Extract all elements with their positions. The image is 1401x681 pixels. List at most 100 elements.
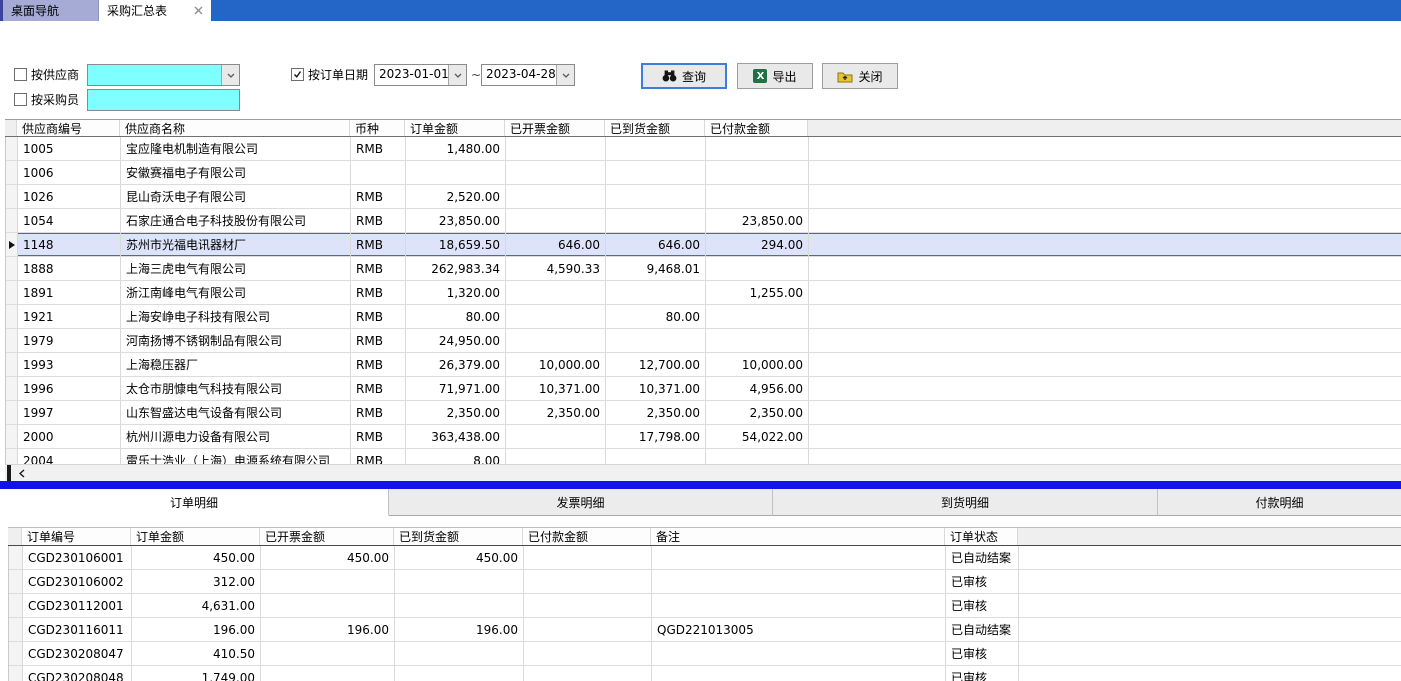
cell: 已审核 xyxy=(946,666,1019,681)
supplier-combo[interactable] xyxy=(87,64,240,86)
cell: 1888 xyxy=(18,257,121,280)
chevron-down-icon[interactable] xyxy=(448,65,466,85)
order-date-checkbox[interactable] xyxy=(291,68,304,81)
column-header[interactable]: 币种 xyxy=(350,120,405,136)
column-header[interactable]: 已到货金额 xyxy=(394,528,523,545)
cell: 312.00 xyxy=(132,570,261,593)
cell: 2004 xyxy=(18,449,121,464)
date-to-picker[interactable]: 2023-04-28 xyxy=(481,64,575,86)
table-row[interactable]: 1005宝应隆电机制造有限公司RMB1,480.00 xyxy=(6,137,1401,161)
column-header[interactable]: 备注 xyxy=(651,528,945,545)
chevron-down-icon[interactable] xyxy=(556,65,574,85)
tab-order-detail[interactable]: 订单明细 xyxy=(0,489,389,516)
tab-invoice-detail[interactable]: 发票明细 xyxy=(389,489,773,516)
table-row[interactable]: 1993上海稳压器厂RMB26,379.0010,000.0012,700.00… xyxy=(6,353,1401,377)
table-row[interactable]: CGD230106002312.00已审核 xyxy=(9,570,1401,594)
tab-payment-detail[interactable]: 付款明细 xyxy=(1158,489,1401,516)
scroll-left-icon[interactable] xyxy=(15,466,29,480)
table-row[interactable]: 1054石家庄通合电子科技股份有限公司RMB23,850.0023,850.00 xyxy=(6,209,1401,233)
row-marker-cell xyxy=(6,401,18,424)
column-header[interactable]: 订单金额 xyxy=(405,120,505,136)
date-from-value: 2023-01-01 xyxy=(375,65,448,85)
cell: 1979 xyxy=(18,329,121,352)
cell: CGD230116011 xyxy=(23,618,132,641)
app-window: 桌面导航 采购汇总表 按供应商 按采购员 按订单日期 2023-01-01 xyxy=(0,0,1401,681)
table-row[interactable]: CGD230106001450.00450.00450.00已自动结案 xyxy=(9,546,1401,570)
table-row[interactable]: CGD230208047410.50已审核 xyxy=(9,642,1401,666)
cell: CGD230112001 xyxy=(23,594,132,617)
table-row[interactable]: CGD2302080481,749.00已审核 xyxy=(9,666,1401,681)
table-row[interactable]: 1979河南扬博不锈钢制品有限公司RMB24,950.00 xyxy=(6,329,1401,353)
table-row[interactable]: 1888上海三虎电气有限公司RMB262,983.344,590.339,468… xyxy=(6,257,1401,281)
row-marker-cell xyxy=(9,666,23,681)
row-marker-cell xyxy=(6,329,18,352)
cell xyxy=(395,570,524,593)
table-row[interactable]: 2004雷乐士浩业（上海）电源系统有限公司RMB8.00 xyxy=(6,449,1401,464)
cell: 1993 xyxy=(18,353,121,376)
cell: 196.00 xyxy=(395,618,524,641)
cell xyxy=(506,161,606,184)
table-row[interactable]: 1026昆山奇沃电子有限公司RMB2,520.00 xyxy=(6,185,1401,209)
cell: 450.00 xyxy=(395,546,524,569)
table-row[interactable]: 1996太仓市朋慷电气科技有限公司RMB71,971.0010,371.0010… xyxy=(6,377,1401,401)
column-header[interactable]: 已付款金额 xyxy=(705,120,808,136)
export-button[interactable]: X 导出 xyxy=(737,63,813,89)
cell: 1005 xyxy=(18,137,121,160)
column-header[interactable]: 供应商名称 xyxy=(120,120,350,136)
pane-splitter[interactable] xyxy=(0,481,1401,489)
tab-desktop-nav[interactable]: 桌面导航 xyxy=(3,0,99,21)
column-header[interactable]: 已开票金额 xyxy=(505,120,605,136)
tab-label: 桌面导航 xyxy=(11,2,59,19)
row-marker-cell xyxy=(6,377,18,400)
date-to-value: 2023-04-28 xyxy=(482,65,556,85)
column-header[interactable]: 订单状态 xyxy=(945,528,1018,545)
folder-exit-icon xyxy=(837,70,853,83)
tab-purchase-summary[interactable]: 采购汇总表 xyxy=(99,0,211,21)
column-header[interactable]: 已付款金额 xyxy=(523,528,651,545)
column-header[interactable]: 已到货金额 xyxy=(605,120,705,136)
buyer-checkbox[interactable] xyxy=(14,93,27,106)
supplier-checkbox[interactable] xyxy=(14,68,27,81)
cell: 已审核 xyxy=(946,570,1019,593)
table-row[interactable]: 1891浙江南峰电气有限公司RMB1,320.001,255.00 xyxy=(6,281,1401,305)
table-row[interactable]: CGD230116011196.00196.00196.00QGD2210130… xyxy=(9,618,1401,642)
table-row[interactable]: 1006安徽赛福电子有限公司 xyxy=(6,161,1401,185)
table-row[interactable]: 2000杭州川源电力设备有限公司RMB363,438.0017,798.0054… xyxy=(6,425,1401,449)
cell xyxy=(406,161,506,184)
tab-bar: 桌面导航 采购汇总表 xyxy=(0,0,1401,21)
row-marker-cell xyxy=(6,233,18,256)
tabbar-fill xyxy=(211,0,1401,21)
buyer-input[interactable] xyxy=(87,89,240,111)
tab-arrival-detail[interactable]: 到货明细 xyxy=(773,489,1158,516)
cell: 已审核 xyxy=(946,594,1019,617)
row-marker-cell xyxy=(9,642,23,665)
row-marker-cell xyxy=(6,449,18,464)
table-row[interactable]: CGD2301120014,631.00已审核 xyxy=(9,594,1401,618)
column-header[interactable]: 订单编号 xyxy=(22,528,131,545)
close-icon[interactable] xyxy=(194,6,203,15)
cell: 80.00 xyxy=(406,305,506,328)
close-button[interactable]: 关闭 xyxy=(822,63,898,89)
cell: 450.00 xyxy=(132,546,261,569)
cell: 1921 xyxy=(18,305,121,328)
table-row[interactable]: 1997山东智盛达电气设备有限公司RMB2,350.002,350.002,35… xyxy=(6,401,1401,425)
cell: 23,850.00 xyxy=(406,209,506,232)
column-header[interactable]: 订单金额 xyxy=(131,528,260,545)
column-header[interactable]: 已开票金额 xyxy=(260,528,394,545)
chevron-down-icon[interactable] xyxy=(221,65,239,85)
query-button[interactable]: 查询 xyxy=(641,63,727,89)
column-header[interactable]: 供应商编号 xyxy=(17,120,120,136)
cell xyxy=(524,570,652,593)
cell: 2,350.00 xyxy=(506,401,606,424)
cell: 23,850.00 xyxy=(706,209,809,232)
cell: 10,371.00 xyxy=(506,377,606,400)
scrollbar-thumb[interactable] xyxy=(7,465,11,481)
table-row[interactable]: 1921上海安峥电子科技有限公司RMB80.0080.00 xyxy=(6,305,1401,329)
query-button-label: 查询 xyxy=(682,68,706,85)
cell: RMB xyxy=(351,233,406,256)
date-from-picker[interactable]: 2023-01-01 xyxy=(374,64,467,86)
cell xyxy=(506,329,606,352)
table-row[interactable]: 1148苏州市光福电讯器材厂RMB18,659.50646.00646.0029… xyxy=(6,233,1401,257)
horizontal-scrollbar[interactable] xyxy=(5,464,1401,481)
cell xyxy=(524,618,652,641)
